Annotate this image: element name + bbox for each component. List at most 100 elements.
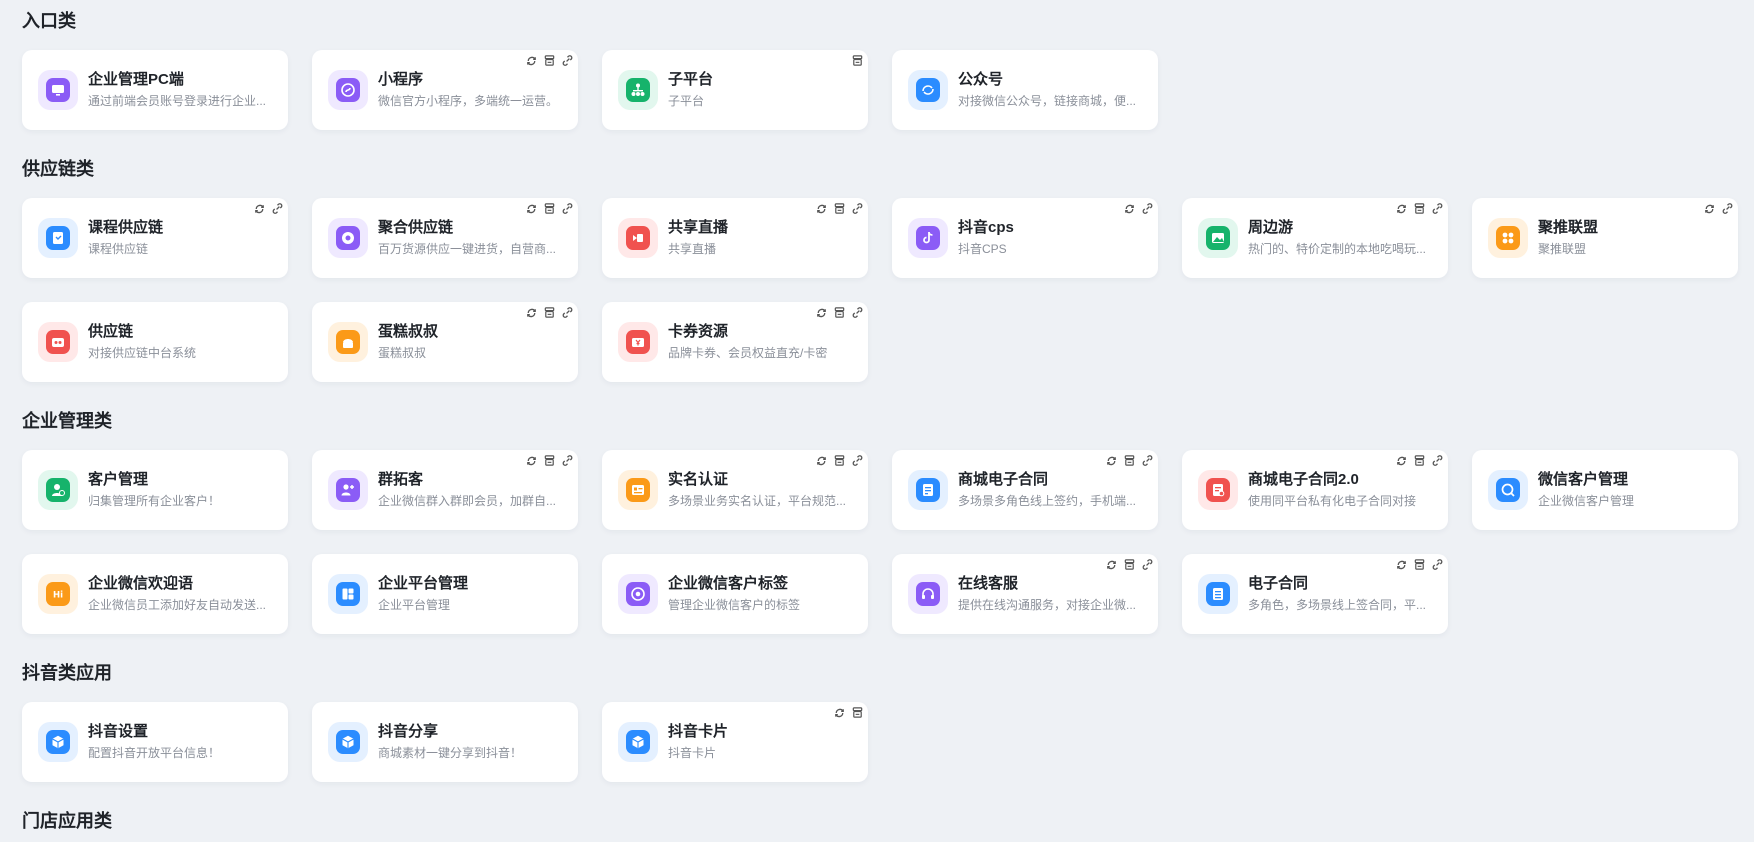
app-card[interactable]: 企业微信客户标签 管理企业微信客户的标签 — [602, 554, 868, 634]
app-card[interactable]: 实名认证多场景业务实名认证，平台规范... — [602, 450, 868, 530]
sync-icon — [1104, 453, 1118, 467]
store-icon — [542, 201, 556, 215]
link-icon — [1430, 453, 1444, 467]
cube-icon — [38, 722, 78, 762]
app-card[interactable]: 聚合供应链 百万货源供应一键进货，自营商... — [312, 198, 578, 278]
app-card[interactable]: 供应链 对接供应链中台系统 — [22, 302, 288, 382]
link-icon — [1140, 201, 1154, 215]
app-description: 子平台 — [668, 94, 705, 108]
app-text: 实名认证多场景业务实名认证，平台规范... — [668, 470, 858, 510]
app-card[interactable]: 抖音设置 配置抖音开放平台信息！ — [22, 702, 288, 782]
app-name: 子平台 — [668, 71, 714, 88]
app-text: 课程供应链 课程供应链 — [88, 218, 278, 258]
app-description: 蛋糕叔叔 — [378, 346, 427, 360]
app-name: 微信客户管理 — [1538, 471, 1629, 488]
app-name: 抖音设置 — [88, 723, 149, 740]
app-description: 热门的、特价定制的本地吃喝玩... — [1248, 242, 1427, 256]
app-description: 商城素材一键分享到抖音！ — [378, 746, 523, 760]
app-card[interactable]: 周边游 热门的、特价定制的本地吃喝玩... — [1182, 198, 1448, 278]
app-description: 对接微信公众号，链接商城，便... — [958, 94, 1137, 108]
app-description: 多场景业务实名认证，平台规范... — [668, 494, 847, 508]
app-text: 蛋糕叔叔 蛋糕叔叔 — [378, 322, 568, 362]
app-card[interactable]: 抖音分享 商城素材一键分享到抖音！ — [312, 702, 578, 782]
app-text: 在线客服 提供在线沟通服务，对接企业微... — [958, 574, 1148, 614]
app-name: 企业管理PC端 — [88, 71, 184, 88]
app-text: 供应链 对接供应链中台系统 — [88, 322, 278, 362]
app-text: 客户管理归集管理所有企业客户！ — [88, 470, 278, 510]
app-card[interactable]: 微信客户管理 企业微信客户管理 — [1472, 450, 1738, 530]
app-text: 抖音cps 抖音CPS — [958, 218, 1148, 258]
app-card[interactable]: 共享直播 共享直播 — [602, 198, 868, 278]
app-description: 多角色，多场景线上签合同，平... — [1248, 598, 1427, 612]
app-text: 抖音卡片 抖音卡片 — [668, 722, 858, 762]
live-icon — [618, 218, 658, 258]
app-card[interactable]: Hi 企业微信欢迎语 企业微信员工添加好友自动发送... — [22, 554, 288, 634]
customer-icon — [38, 470, 78, 510]
app-card[interactable]: 子平台 子平台 — [602, 50, 868, 130]
app-card[interactable]: 课程供应链 课程供应链 — [22, 198, 288, 278]
platform-badges — [252, 201, 284, 215]
section: 门店应用类 — [22, 800, 1754, 842]
app-name: 课程供应链 — [88, 219, 164, 236]
sync-icon — [1122, 201, 1136, 215]
app-description: 提供在线沟通服务，对接企业微... — [958, 598, 1137, 612]
document-icon — [1198, 574, 1238, 614]
app-card[interactable]: 公众号 对接微信公众号，链接商城，便... — [892, 50, 1158, 130]
app-name: 群拓客 — [378, 471, 424, 488]
platform-badges — [1104, 453, 1154, 467]
link-icon — [560, 53, 574, 67]
app-card[interactable]: 客户管理归集管理所有企业客户！ — [22, 450, 288, 530]
id-card-icon — [618, 470, 658, 510]
link-icon — [560, 201, 574, 215]
app-card[interactable]: 小程序 微信官方小程序，多端统一运营。 — [312, 50, 578, 130]
app-card[interactable]: 蛋糕叔叔 蛋糕叔叔 — [312, 302, 578, 382]
app-description: 对接供应链中台系统 — [88, 346, 197, 360]
app-description: 企业微信客户管理 — [1538, 494, 1635, 508]
app-card[interactable]: 卡券资源 品牌卡券、会员权益直充/卡密 — [602, 302, 868, 382]
app-name: 共享直播 — [668, 219, 729, 236]
link-icon — [560, 453, 574, 467]
store-icon — [1412, 453, 1426, 467]
sync-icon — [252, 201, 266, 215]
hi-icon: Hi — [38, 574, 78, 614]
app-text: 共享直播 共享直播 — [668, 218, 858, 258]
app-card[interactable]: 群拓客 企业微信群入群即会员，加群自... — [312, 450, 578, 530]
app-grid: 抖音设置 配置抖音开放平台信息！ 抖音分享 商城素材一键分享到抖音！ 抖音卡片 抖音卡片 — [22, 702, 1754, 782]
link-icon — [560, 305, 574, 319]
app-card[interactable]: 抖音cps 抖音CPS — [892, 198, 1158, 278]
app-name: 企业微信客户标签 — [668, 575, 789, 592]
app-description: 归集管理所有企业客户！ — [88, 494, 221, 508]
app-card[interactable]: 抖音卡片 抖音卡片 — [602, 702, 868, 782]
coupon-icon — [618, 322, 658, 362]
app-description: 微信官方小程序，多端统一运营。 — [378, 94, 559, 108]
org-chart-icon — [618, 70, 658, 110]
app-text: 聚合供应链 百万货源供应一键进货，自营商... — [378, 218, 568, 258]
app-card[interactable]: 企业管理PC端 通过前端会员账号登录进行企业... — [22, 50, 288, 130]
app-description: 聚推联盟 — [1538, 242, 1587, 256]
app-card[interactable]: 商城电子合同 多场景多角色线上签约，手机端... — [892, 450, 1158, 530]
section-title: 企业管理类 — [22, 411, 112, 431]
headset-icon — [908, 574, 948, 614]
tag-icon — [618, 574, 658, 614]
app-name: 蛋糕叔叔 — [378, 323, 439, 340]
cube-icon — [328, 722, 368, 762]
app-card[interactable]: 商城电子合同2.0 使用同平台私有化电子合同对接 — [1182, 450, 1448, 530]
store-icon — [1122, 557, 1136, 571]
app-name: 聚合供应链 — [378, 219, 454, 236]
app-card[interactable]: 企业平台管理 企业平台管理 — [312, 554, 578, 634]
app-description: 抖音CPS — [958, 242, 1007, 256]
app-card[interactable]: 在线客服 提供在线沟通服务，对接企业微... — [892, 554, 1158, 634]
sync-icon — [524, 305, 538, 319]
app-name: 实名认证 — [668, 471, 729, 488]
app-name: 抖音卡片 — [668, 723, 729, 740]
alliance-icon — [1488, 218, 1528, 258]
app-card[interactable]: 聚推联盟 聚推联盟 — [1472, 198, 1738, 278]
section-title: 供应链类 — [22, 159, 94, 179]
app-description: 多场景多角色线上签约，手机端... — [958, 494, 1137, 508]
app-name: 客户管理 — [88, 471, 149, 488]
link-icon — [850, 453, 864, 467]
app-card[interactable]: 电子合同 多角色，多场景线上签合同，平... — [1182, 554, 1448, 634]
store-icon — [542, 453, 556, 467]
link-icon — [1430, 557, 1444, 571]
app-description: 企业微信员工添加好友自动发送... — [88, 598, 267, 612]
